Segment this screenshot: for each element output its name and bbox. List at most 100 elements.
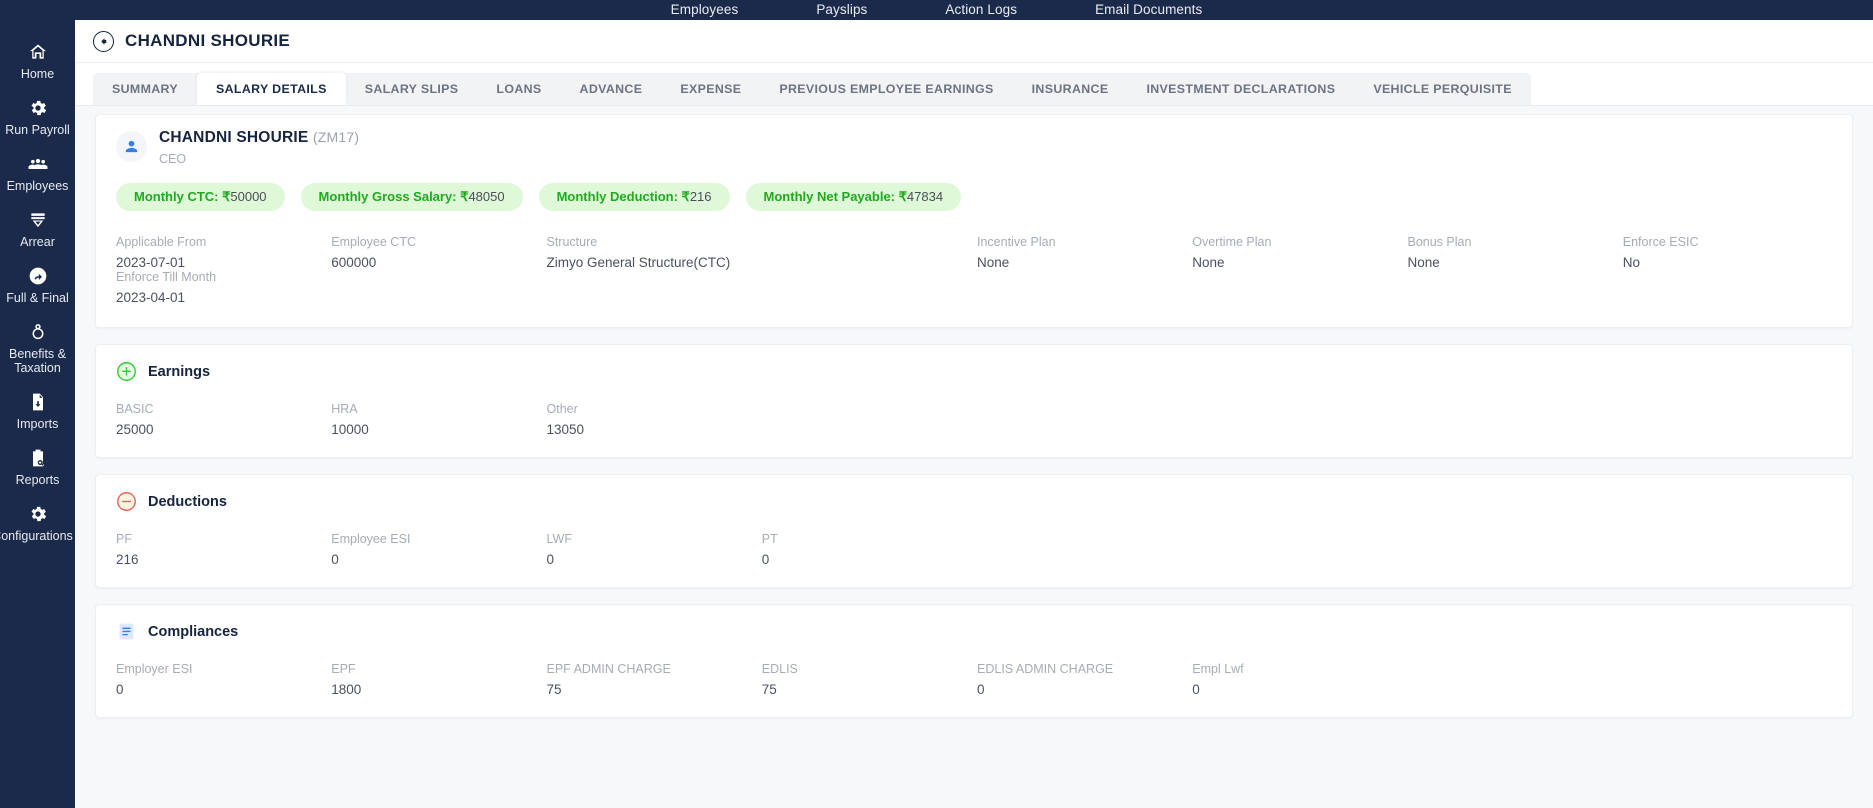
sidebar-item-run-payroll[interactable]: Run Payroll [0,90,75,146]
meta-label: Employee CTC [331,235,416,250]
earnings-item-basic: BASIC 25000 [116,402,325,437]
content-scroll-area[interactable]: CHANDNI SHOURIE (ZM17) CEO Monthly CTC: … [75,106,1873,808]
tab-previous-employee-earnings[interactable]: PREVIOUS EMPLOYEE EARNINGS [760,73,1012,105]
employee-code: (ZM17) [312,129,360,145]
earnings-item-hra: HRA 10000 [331,402,540,437]
item-label: LWF [546,532,572,547]
badge-label: Monthly Deduction: [556,189,678,204]
sidebar-item-arrear[interactable]: Arrear [0,202,75,258]
sidebar-label: Employees [6,179,69,193]
topnav-link-action-logs[interactable]: Action Logs [945,3,1017,17]
earnings-grid: BASIC 25000 HRA 10000 Other 13050 [116,402,1832,437]
employee-summary-card: CHANDNI SHOURIE (ZM17) CEO Monthly CTC: … [95,114,1853,329]
sidebar-label: Configurations [0,529,73,543]
topnav-link-employees[interactable]: Employees [671,3,739,17]
item-label: EDLIS [761,662,798,677]
tab-expense[interactable]: EXPENSE [661,73,760,105]
employee-role: CEO [159,152,187,166]
badge-value: 50000 [230,189,267,204]
meta-enforce-till-month: Enforce Till Month 2023-04-01 [116,270,325,305]
meta-bonus-plan: Bonus Plan None [1408,235,1617,270]
badge-value: 216 [689,189,712,204]
compliances-card: Compliances Employer ESI 0 EPF 1800 EPF … [95,604,1853,719]
badge-value: 48050 [468,189,505,204]
tab-insurance[interactable]: INSURANCE [1013,73,1128,105]
meta-overtime-plan: Overtime Plan None [1192,235,1401,270]
tab-advance[interactable]: ADVANCE [561,73,662,105]
compliances-item-empl-lwf: Empl Lwf 0 [1192,662,1401,697]
meta-value: None [977,255,1010,271]
salary-meta-grid: Applicable From 2023-07-01 Employee CTC … [116,235,1832,305]
topnav-link-payslips[interactable]: Payslips [816,3,867,17]
meta-applicable-from: Applicable From 2023-07-01 [116,235,325,270]
report-search-icon [27,447,49,469]
item-label: PT [761,532,778,547]
compliances-item-edlis: EDLIS 75 [762,662,971,697]
meta-label: Incentive Plan [977,235,1056,250]
import-file-icon [27,391,49,413]
compliances-header: Compliances [116,621,1832,642]
page-header: CHANDNI SHOURIE [75,20,1873,63]
item-value: 0 [761,552,770,568]
meta-value: Zimyo General Structure(CTC) [546,255,731,271]
compliances-item-edlis-admin-charge: EDLIS ADMIN CHARGE 0 [977,662,1186,697]
item-value: 0 [116,682,124,698]
item-value: 13050 [546,422,585,438]
money-icon [27,209,49,231]
tab-salary-details[interactable]: SALARY DETAILS [197,73,346,105]
item-value: 0 [331,552,339,568]
document-icon [116,621,137,642]
employee-identity: CHANDNI SHOURIE (ZM17) CEO [116,129,1832,166]
topnav-link-email-documents[interactable]: Email Documents [1095,3,1202,17]
sidebar-item-benefits-taxation[interactable]: Benefits & Taxation [0,314,75,384]
sidebar-item-home[interactable]: Home [0,34,75,90]
meta-label: Enforce Till Month [116,270,217,285]
item-label: Employer ESI [116,662,193,677]
employee-name-line: CHANDNI SHOURIE (ZM17) [159,129,359,147]
sidebar-label: Benefits & Taxation [9,347,66,375]
item-value: 0 [546,552,555,568]
meta-label: Applicable From [116,235,207,250]
item-label: EDLIS ADMIN CHARGE [977,662,1114,677]
meta-value: 600000 [331,255,377,271]
badge-value: 47834 [906,189,944,204]
sidebar-item-employees[interactable]: Employees [0,146,75,202]
deductions-title: Deductions [148,493,227,510]
sidebar-label: Reports [15,473,60,487]
sidebar-item-reports[interactable]: Reports [0,440,75,496]
sidebar-label: Run Payroll [5,123,70,137]
main-sidebar: Home Run Payroll Employees Arrear Full & [0,20,75,808]
page-title: CHANDNI SHOURIE [125,31,291,50]
badge-label: Monthly Net Payable: [763,189,895,204]
item-value: 10000 [331,422,369,438]
tabs-shell: SUMMARY SALARY DETAILS SALARY SLIPS LOAN… [75,63,1873,106]
employee-name: CHANDNI SHOURIE [159,129,309,146]
badge-monthly-net-payable: Monthly Net Payable: ₹47834 [745,183,962,212]
compliances-grid: Employer ESI 0 EPF 1800 EPF ADMIN CHARGE… [116,662,1832,697]
sidebar-item-configurations[interactable]: Configurations [0,496,75,552]
badge-label: Monthly CTC: [134,189,219,204]
compliances-title: Compliances [148,623,239,640]
badge-label: Monthly Gross Salary: [318,189,457,204]
meta-value: No [1622,255,1641,271]
salary-badges: Monthly CTC: ₹50000 Monthly Gross Salary… [116,183,1832,212]
earnings-item-other: Other 13050 [547,402,756,437]
minus-circle-icon [116,491,137,512]
item-value: 25000 [116,422,154,438]
badge-monthly-gross-salary: Monthly Gross Salary: ₹48050 [300,183,523,212]
sidebar-item-full-and-final[interactable]: Full & Final [0,258,75,314]
meta-value: 2023-04-01 [116,290,186,306]
sidebar-item-imports[interactable]: Imports [0,384,75,440]
badge-monthly-deduction: Monthly Deduction: ₹216 [538,183,730,212]
meta-incentive-plan: Incentive Plan None [977,235,1186,270]
deductions-header: Deductions [116,491,1832,512]
tab-investment-declarations[interactable]: INVESTMENT DECLARATIONS [1127,73,1354,105]
home-icon [27,41,49,63]
tab-vehicle-perquisite[interactable]: VEHICLE PERQUISITE [1354,73,1531,105]
item-label: Empl Lwf [1192,662,1244,677]
tab-summary[interactable]: SUMMARY [93,73,197,105]
back-arrow-icon[interactable] [93,30,114,52]
tab-loans[interactable]: LOANS [477,73,560,105]
main-region: CHANDNI SHOURIE SUMMARY SALARY DETAILS S… [75,20,1873,808]
tab-salary-slips[interactable]: SALARY SLIPS [346,73,478,105]
